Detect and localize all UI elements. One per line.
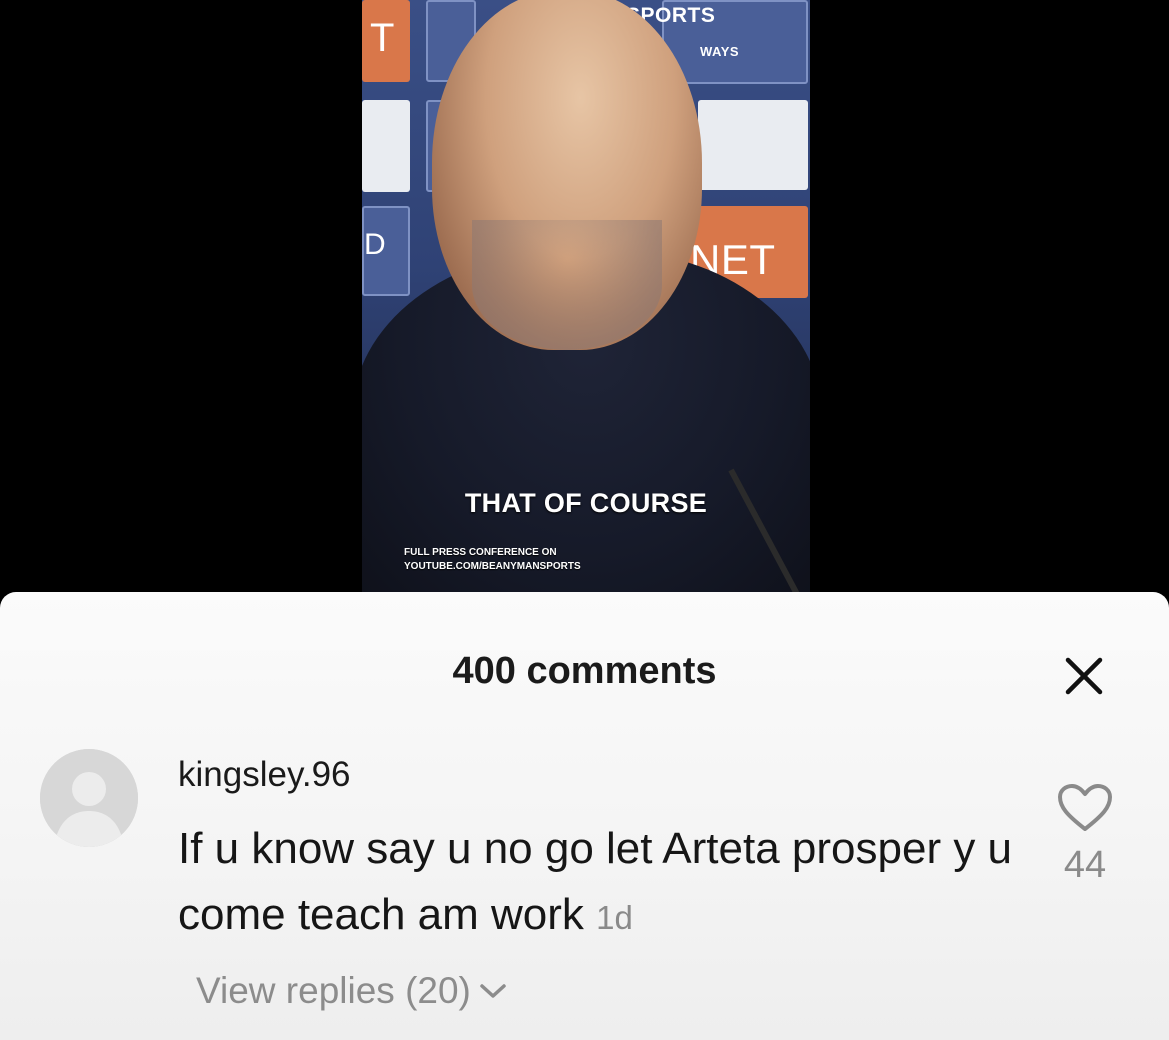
- like-button[interactable]: [1054, 780, 1116, 836]
- like-count: 44: [1063, 844, 1107, 886]
- view-replies-button[interactable]: View replies (20): [196, 970, 507, 1012]
- watermark-line: FULL PRESS CONFERENCE ON: [404, 547, 557, 558]
- comments-count-title: 400 comments: [452, 650, 717, 692]
- view-replies-label: View replies (20): [196, 970, 471, 1011]
- default-avatar-icon: [40, 749, 138, 847]
- chevron-down-icon: [480, 984, 506, 998]
- comment-body: If u know say u no go let Arteta prosper…: [178, 816, 1038, 951]
- sponsor-board-text: D: [364, 228, 387, 261]
- comment-timestamp: 1d: [596, 899, 633, 936]
- avatar[interactable]: [40, 749, 138, 847]
- video-watermark: FULL PRESS CONFERENCE ON YOUTUBE.COM/BEA…: [404, 546, 581, 574]
- heart-outline-icon: [1058, 784, 1112, 831]
- sponsor-board-text: T: [370, 16, 395, 60]
- video-frame: T D SPORTS WAYS NET THAT OF COURSE FULL …: [362, 0, 810, 592]
- video-player[interactable]: T D SPORTS WAYS NET THAT OF COURSE FULL …: [0, 0, 1169, 600]
- video-caption: THAT OF COURSE: [464, 488, 708, 518]
- watermark-line: YOUTUBE.COM/BEANYMANSPORTS: [404, 561, 581, 572]
- sponsor-board-tile: [362, 100, 410, 192]
- person-beard: [472, 220, 662, 350]
- comment-username[interactable]: kingsley.96: [178, 755, 351, 795]
- comments-sheet: 400 comments kingsley.96 If u know say u…: [0, 592, 1169, 1040]
- sponsor-board-tile: [698, 100, 808, 190]
- close-icon: [1065, 657, 1103, 695]
- close-button[interactable]: [1058, 650, 1110, 702]
- sponsor-board-text: WAYS: [700, 44, 740, 59]
